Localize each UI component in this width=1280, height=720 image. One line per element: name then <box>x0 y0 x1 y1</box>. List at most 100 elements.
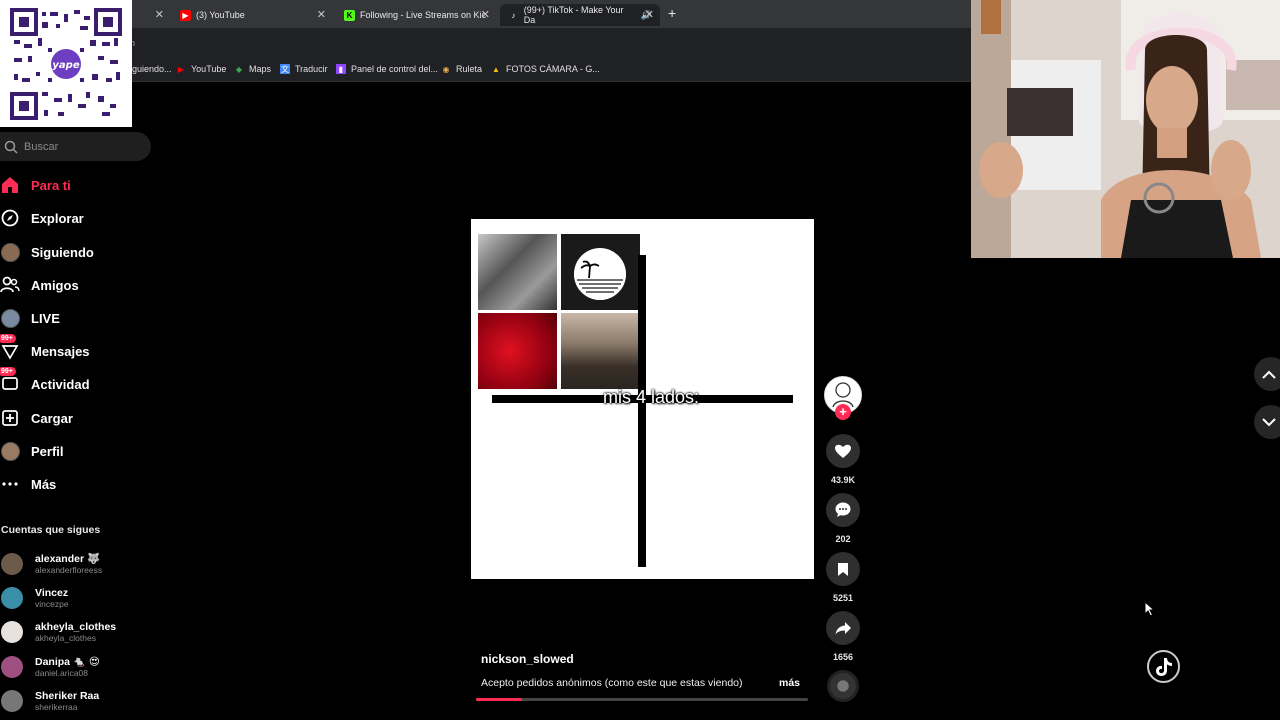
sidebar-item-mensajes[interactable]: 99+ Mensajes <box>0 334 90 365</box>
bookmark-label: FOTOS CÁMARA - G... <box>506 64 600 74</box>
comment-icon[interactable] <box>826 493 860 527</box>
bookmark-label: Maps <box>249 64 272 74</box>
webcam-overlay <box>971 0 1280 258</box>
nav-label: Mensajes <box>31 343 90 359</box>
bookmark-traducir[interactable]: 文 Traducir <box>280 64 328 74</box>
nav-label: Amigos <box>31 277 79 293</box>
save-action[interactable]: 5251 <box>824 552 862 603</box>
like-count: 43.9K <box>830 475 856 485</box>
music-disc-icon[interactable] <box>827 670 859 702</box>
browser-tab-partial[interactable]: ✕ <box>130 4 170 26</box>
more-icon <box>0 474 20 494</box>
bookmark-maps[interactable]: ◆ Maps <box>234 64 271 74</box>
account-name: Danipa 🐁 😍 <box>35 655 100 668</box>
address-bar[interactable]: n <box>0 28 971 58</box>
following-account[interactable]: akheyla_clothes akheyla_clothes <box>1 617 116 647</box>
close-tab-icon[interactable]: ✕ <box>155 8 164 21</box>
browser-tab-youtube[interactable]: ▶ (3) YouTube ✕ <box>172 4 332 26</box>
following-account[interactable]: Sheriker Raa sherikerraa <box>1 686 99 716</box>
divider-vertical <box>638 255 646 567</box>
share-action[interactable]: 1656 <box>824 611 862 662</box>
avatar <box>1 621 23 643</box>
album-cover-2 <box>561 234 640 310</box>
profile-avatar <box>0 441 20 461</box>
comment-count: 202 <box>835 534 851 544</box>
qr-code-icon: yape <box>10 8 122 120</box>
bookmark-ruleta[interactable]: ◉ Ruleta <box>441 64 483 74</box>
live-avatar <box>0 308 20 328</box>
sidebar-item-para-ti[interactable]: Para ti <box>0 171 71 199</box>
following-account[interactable]: Danipa 🐁 😍 daniel.arica08 <box>1 652 100 682</box>
search-placeholder: Buscar <box>24 140 59 153</box>
following-avatar <box>0 242 20 262</box>
account-handle: sherikerraa <box>35 701 78 712</box>
video-author[interactable]: nickson_slowed <box>481 652 574 666</box>
share-count: 1656 <box>832 652 854 662</box>
following-account[interactable]: alexander 🐺 alexanderfloreess <box>1 549 102 579</box>
nav-label: Actividad <box>31 376 90 392</box>
tab-label: (3) YouTube <box>196 10 245 20</box>
video-progress-fill <box>476 698 523 701</box>
share-icon[interactable] <box>826 611 860 645</box>
translate-icon: 文 <box>280 64 290 74</box>
following-account[interactable]: Vincez vincezpe <box>1 583 69 613</box>
avatar <box>1 553 23 575</box>
sidebar-item-amigos[interactable]: Amigos <box>0 271 79 299</box>
sidebar-item-explorar[interactable]: Explorar <box>0 204 84 232</box>
bookmark-youtube[interactable]: ▶ YouTube <box>176 64 226 74</box>
bookmark-icon[interactable] <box>826 552 860 586</box>
account-name: akheyla_clothes <box>35 620 117 633</box>
youtube-icon: ▶ <box>180 9 191 21</box>
bookmark-fotos-camara[interactable]: ▲ FOTOS CÁMARA - G... <box>491 64 600 74</box>
account-handle: akheyla_clothes <box>35 632 96 643</box>
video-caption: mis 4 lados: <box>602 387 700 407</box>
sidebar-item-perfil[interactable]: Perfil <box>0 437 64 465</box>
sidebar-item-cargar[interactable]: Cargar <box>0 404 73 432</box>
avatar <box>1 690 23 712</box>
save-count: 5251 <box>832 593 854 603</box>
nav-label: Para ti <box>31 177 71 193</box>
activity-icon: 99+ <box>0 367 20 394</box>
follow-button[interactable]: + <box>835 404 851 420</box>
sidebar-item-siguiendo[interactable]: Siguiendo <box>0 238 94 266</box>
close-tab-icon[interactable]: ✕ <box>645 8 654 21</box>
maps-icon: ◆ <box>235 64 243 74</box>
roulette-icon: ◉ <box>442 64 450 74</box>
comment-action[interactable]: 202 <box>824 493 862 544</box>
account-handle: alexanderfloreess <box>35 564 103 575</box>
friends-icon <box>0 275 20 295</box>
browser-tab-kick[interactable]: K Following - Live Streams on Kic ✕ <box>336 4 496 26</box>
account-handle: daniel.arica08 <box>35 667 88 678</box>
search-input[interactable]: Buscar <box>0 132 151 161</box>
nav-label: Perfil <box>31 443 64 459</box>
close-tab-icon[interactable]: ✕ <box>317 8 326 21</box>
nav-label: Cargar <box>31 410 73 426</box>
account-name: alexander 🐺 <box>35 552 101 565</box>
streamer-webcam-image <box>971 0 1280 258</box>
home-icon <box>0 175 20 195</box>
scroll-down-button[interactable] <box>1254 405 1280 439</box>
album-cover-1 <box>478 234 557 310</box>
new-tab-button[interactable]: + <box>668 5 676 21</box>
bookmarks-bar: guiendo... ▶ YouTube ◆ Maps 文 Traducir ▮… <box>0 58 971 82</box>
bookmark-panel-control[interactable]: ▮ Panel de control del... <box>336 64 438 74</box>
like-action[interactable]: 43.9K <box>824 434 862 485</box>
nav-label: Más <box>31 476 57 492</box>
sidebar-item-actividad[interactable]: 99+ Actividad <box>0 367 90 398</box>
tiktok-logo-icon[interactable] <box>1147 650 1180 683</box>
search-icon <box>4 140 18 154</box>
messages-badge: 99+ <box>0 334 16 343</box>
more-button[interactable]: más <box>779 677 800 689</box>
scroll-up-button[interactable] <box>1254 357 1280 391</box>
close-tab-icon[interactable]: ✕ <box>481 8 490 21</box>
drive-icon: ▲ <box>492 64 500 74</box>
sidebar-item-live[interactable]: LIVE <box>0 304 60 332</box>
account-name: Vincez <box>35 586 69 599</box>
sidebar-item-mas[interactable]: Más <box>0 470 56 498</box>
compass-icon <box>0 208 20 228</box>
video-player[interactable]: mis 4 lados: <box>471 219 814 579</box>
heart-icon[interactable] <box>826 434 860 468</box>
video-progress-bar[interactable] <box>476 698 808 701</box>
browser-tab-tiktok[interactable]: ♪ (99+) TikTok - Make Your Da 🔊 ✕ <box>500 4 660 26</box>
bookmark-siguiendo[interactable]: guiendo... <box>132 64 172 74</box>
